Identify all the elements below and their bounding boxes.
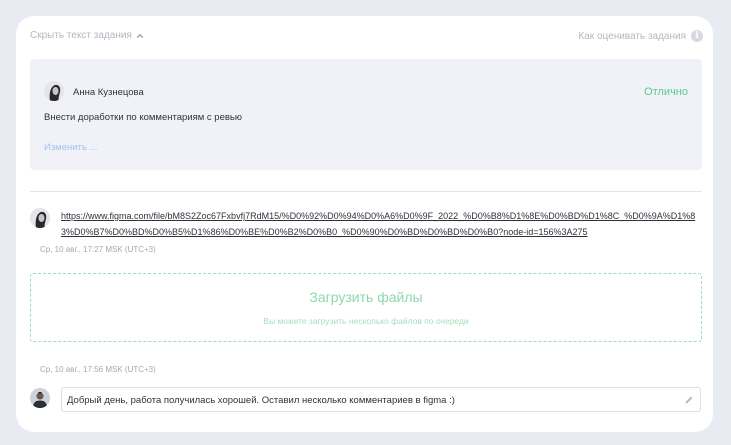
comment-field[interactable]: Добрый день, работа получилась хорошей. … [61,387,701,412]
pencil-icon[interactable] [684,395,694,405]
reviewer-avatar [44,81,64,101]
task-topbar: Скрыть текст задания Как оценивать задан… [30,30,703,44]
upload-title: Загрузить файлы [309,289,423,305]
how-to-rate-label: Как оценивать задания [578,30,686,42]
commenter-avatar [30,388,50,408]
hide-task-toggle[interactable]: Скрыть текст задания [30,30,144,41]
review-box: Анна Кузнецова Отлично Внести доработки … [30,59,702,170]
message-avatar [30,208,50,228]
comment-text: Добрый день, работа получилась хорошей. … [67,395,455,406]
edit-review-link[interactable]: Изменить ... [44,142,97,153]
message-timestamp: Ср, 10 авг., 17:27 MSK (UTC+3) [40,245,156,254]
info-icon[interactable]: i [691,30,703,42]
grade-badge: Отлично [644,86,688,98]
figma-link[interactable]: https://www.figma.com/file/bM8S2Zoc67Fxb… [61,209,706,240]
how-to-rate-link[interactable]: Как оценивать задания i [578,30,703,42]
comment-timestamp: Ср, 10 авг., 17:56 MSK (UTC+3) [40,365,156,374]
chevron-up-icon [136,33,144,38]
review-text: Внести доработки по комментариям с ревью [44,112,242,123]
reviewer-name: Анна Кузнецова [73,87,144,98]
hide-task-label: Скрыть текст задания [30,30,132,41]
upload-subtitle: Вы можете загрузить несколько файлов по … [263,316,469,326]
upload-dropzone[interactable]: Загрузить файлы Вы можете загрузить неск… [30,273,702,342]
task-card: Скрыть текст задания Как оценивать задан… [16,16,713,432]
section-divider [30,191,702,192]
